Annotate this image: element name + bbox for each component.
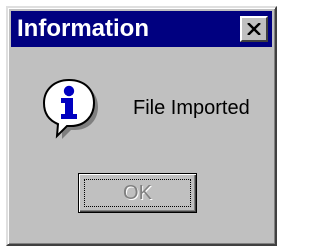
dialog-title: Information [17, 15, 149, 42]
close-icon [247, 23, 261, 35]
information-dialog: Information File Imported OK [6, 6, 277, 246]
close-button[interactable] [240, 16, 268, 42]
title-bar[interactable]: Information [11, 11, 272, 47]
message-text: File Imported [133, 97, 250, 119]
ok-button-label: OK [123, 181, 152, 204]
ok-button[interactable]: OK [78, 173, 197, 213]
information-icon [40, 78, 102, 140]
